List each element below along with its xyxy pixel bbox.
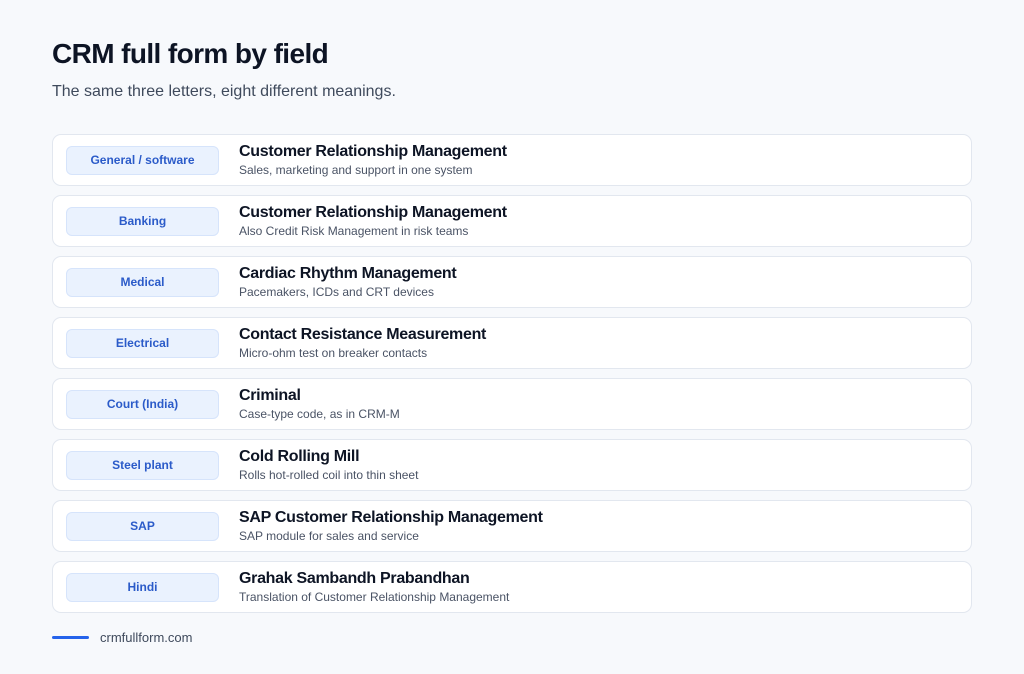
page-subtitle: The same three letters, eight different … — [52, 83, 396, 100]
field-badge: Court (India) — [66, 389, 219, 419]
meaning-term: Contact Resistance Measurement — [239, 326, 487, 343]
field-badge: General / software — [66, 145, 219, 175]
meaning-term: SAP Customer Relationship Management — [239, 509, 543, 526]
field-badge: Hindi — [66, 572, 219, 602]
meaning-text: Cardiac Rhythm Management Pacemakers, IC… — [239, 264, 457, 300]
meaning-description: Translation of Customer Relationship Man… — [239, 590, 510, 604]
meaning-text: Customer Relationship Management Also Cr… — [239, 203, 507, 239]
field-badge: SAP — [66, 511, 219, 541]
meaning-description: Rolls hot-rolled coil into thin sheet — [239, 468, 419, 482]
meaning-description: Micro-ohm test on breaker contacts — [239, 346, 428, 360]
meaning-text: Grahak Sambandh Prabandhan Translation o… — [239, 569, 509, 605]
page: CRM full form by field The same three le… — [0, 0, 1024, 674]
meaning-term: Customer Relationship Management — [239, 204, 507, 221]
meanings-list: General / software Customer Relationship… — [52, 134, 972, 613]
list-item: Electrical Contact Resistance Measuremen… — [52, 317, 972, 369]
meaning-term: Cold Rolling Mill — [239, 448, 360, 465]
meaning-term: Cardiac Rhythm Management — [239, 265, 457, 282]
field-badge: Steel plant — [66, 450, 219, 480]
list-item: General / software Customer Relationship… — [52, 134, 972, 186]
list-item: Court (India) Criminal Case-type code, a… — [52, 378, 972, 430]
field-badge: Electrical — [66, 328, 219, 358]
meaning-description: SAP module for sales and service — [239, 529, 419, 543]
source-label: crmfullform.com — [100, 630, 193, 645]
meaning-term: Criminal — [239, 387, 301, 404]
list-item: Medical Cardiac Rhythm Management Pacema… — [52, 256, 972, 308]
meaning-description: Sales, marketing and support in one syst… — [239, 163, 473, 177]
meaning-description: Also Credit Risk Management in risk team… — [239, 224, 469, 238]
page-title: CRM full form by field — [52, 38, 329, 69]
list-item: Banking Customer Relationship Management… — [52, 195, 972, 247]
field-badge: Medical — [66, 267, 219, 297]
meaning-term: Grahak Sambandh Prabandhan — [239, 570, 470, 587]
footer: crmfullform.com — [52, 630, 192, 645]
meaning-text: Contact Resistance Measurement Micro-ohm… — [239, 325, 486, 361]
meaning-text: SAP Customer Relationship Management SAP… — [239, 508, 543, 544]
meaning-text: Customer Relationship Management Sales, … — [239, 142, 507, 178]
list-item: Hindi Grahak Sambandh Prabandhan Transla… — [52, 561, 972, 613]
meaning-text: Cold Rolling Mill Rolls hot-rolled coil … — [239, 447, 418, 483]
list-item: SAP SAP Customer Relationship Management… — [52, 500, 972, 552]
meaning-description: Pacemakers, ICDs and CRT devices — [239, 285, 434, 299]
accent-line — [52, 636, 89, 639]
meaning-description: Case-type code, as in CRM-M — [239, 407, 400, 421]
list-item: Steel plant Cold Rolling Mill Rolls hot-… — [52, 439, 972, 491]
meaning-term: Customer Relationship Management — [239, 143, 507, 160]
field-badge: Banking — [66, 206, 219, 236]
meaning-text: Criminal Case-type code, as in CRM-M — [239, 386, 400, 422]
